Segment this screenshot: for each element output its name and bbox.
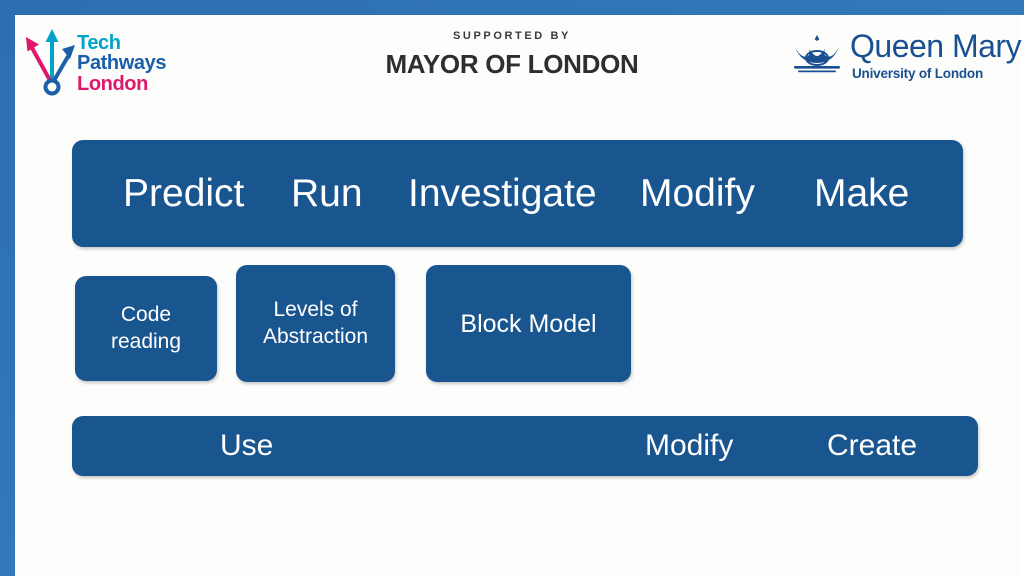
pric-item-run[interactable]: Run [291, 172, 363, 216]
queen-mary-name: Queen Mary [850, 28, 1022, 64]
pric-cycle-bar[interactable]: Predict Run Investigate Modify Make [72, 140, 963, 247]
queen-mary-subtitle: University of London [852, 66, 984, 81]
umc-item-use[interactable]: Use [220, 429, 273, 463]
use-modify-create-bar[interactable]: Use Modify Create [72, 416, 978, 476]
crown-icon [794, 35, 840, 73]
pric-item-predict[interactable]: Predict [123, 172, 244, 216]
umc-item-create[interactable]: Create [827, 429, 917, 463]
concept-card-label: Block Model [460, 309, 597, 338]
concept-card-code-reading[interactable]: Code reading [75, 276, 217, 381]
pric-item-investigate[interactable]: Investigate [408, 172, 597, 216]
decorative-right-margin [1019, 15, 1024, 576]
pric-item-make[interactable]: Make [814, 172, 909, 216]
pric-cycle-items: Predict Run Investigate Modify Make [72, 140, 963, 247]
concept-card-block-model[interactable]: Block Model [426, 265, 631, 382]
concept-card-label: Levels of Abstraction [262, 297, 369, 348]
decorative-top-border [0, 0, 1024, 15]
concept-card-label: Code reading [110, 302, 182, 353]
concept-card-levels-of-abstraction[interactable]: Levels of Abstraction [236, 265, 395, 382]
decorative-left-border [0, 0, 15, 576]
slide-canvas: Tech Pathways London SUPPORTED BY MAYOR … [0, 0, 1024, 576]
umc-item-modify[interactable]: Modify [645, 429, 733, 463]
queen-mary-logo: Queen Mary University of London [788, 27, 1022, 89]
pric-item-modify[interactable]: Modify [640, 172, 755, 216]
